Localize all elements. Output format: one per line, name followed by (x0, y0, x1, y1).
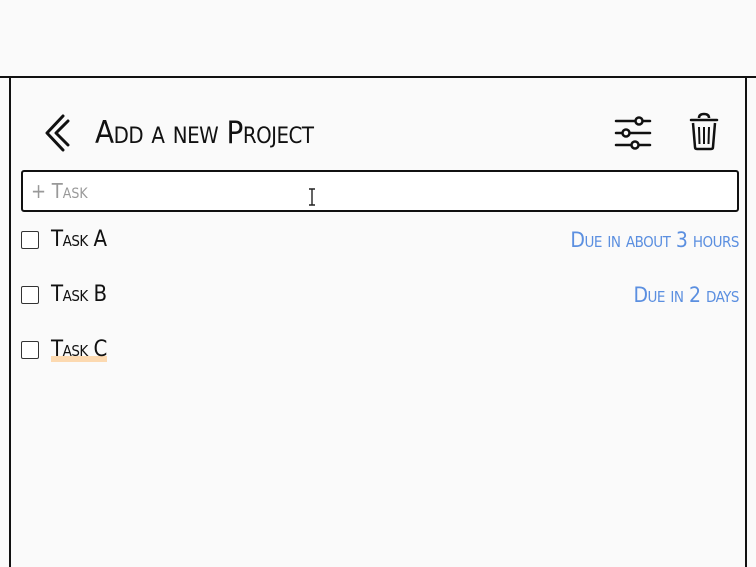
task-row: Task C (21, 336, 739, 366)
new-task-input[interactable] (23, 172, 737, 210)
page-title: Add a new Project (95, 115, 314, 151)
due-date-label: Due in about 3 hours (570, 228, 739, 252)
due-date-label: Due in 2 days (633, 283, 739, 307)
task-checkbox[interactable] (21, 341, 39, 359)
trash-icon (689, 112, 719, 151)
back-button[interactable] (39, 112, 75, 154)
filter-button[interactable] (613, 114, 653, 152)
project-panel: Add a new Project + Task Task A Due in a… (9, 78, 747, 567)
task-label[interactable]: Task A (51, 226, 107, 254)
task-row: Task B Due in 2 days (21, 281, 739, 311)
delete-project-button[interactable] (689, 112, 719, 152)
app-root: Add a new Project + Task Task A Due in a… (0, 0, 756, 567)
task-checkbox[interactable] (21, 231, 39, 249)
task-row: Task A Due in about 3 hours (21, 226, 739, 256)
task-checkbox[interactable] (21, 286, 39, 304)
task-label[interactable]: Task C (51, 336, 107, 364)
panel-header: Add a new Project (11, 108, 745, 158)
chevron-left-icon (45, 114, 70, 152)
sliders-icon (614, 116, 652, 150)
task-input-container (21, 170, 739, 212)
task-label[interactable]: Task B (51, 281, 107, 309)
